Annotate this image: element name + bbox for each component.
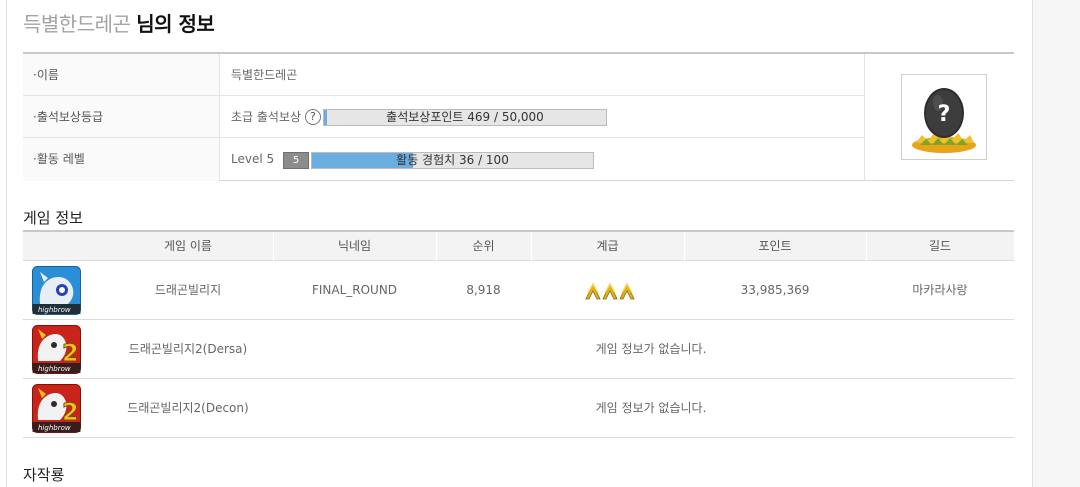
col-grade: 계급 [596, 239, 619, 253]
col-game-name: 게임 이름 [164, 239, 212, 253]
no-game-info-message: 게임 정보가 없습니다. [595, 342, 707, 356]
name-label: ·이름 [23, 54, 220, 95]
profile-row-activity: ·활동 레벨 Level 5 5 활동 경험치 36 / 100 [23, 138, 864, 181]
activity-progress-text: 활동 경험치 36 / 100 [396, 153, 509, 167]
game-name[interactable]: 드래곤빌리지2(Decon) [103, 379, 273, 438]
game-name[interactable]: 드래곤빌리지 [103, 261, 273, 320]
svg-text:highbrow: highbrow [38, 424, 71, 432]
games-section-title: 게임 정보 [23, 209, 83, 227]
page-title-suffix: 님의 정보 [136, 12, 215, 36]
game-name[interactable]: 드래곤빌리지2(Dersa) [103, 320, 273, 379]
table-row: 2 highbrow 드래곤빌리지2(Decon) 게임 정보가 없습니다. [23, 379, 1014, 438]
attendance-grade-text: 초급 출석보상 [231, 110, 302, 124]
page-title-nickname: 득별한드레곤 [23, 12, 131, 36]
table-row: 2 highbrow 드래곤빌리지2(Dersa) 게임 정보가 없습니다. [23, 320, 1014, 379]
chevron-rank-icon [585, 282, 635, 300]
name-value: 득별한드레곤 [231, 68, 298, 82]
attendance-grade-value: 초급 출석보상 ? [231, 96, 321, 137]
col-points: 포인트 [758, 239, 792, 253]
game-points: 33,985,369 [740, 283, 810, 297]
page-gutter [1033, 0, 1080, 487]
game-info-table: 게임 이름 닉네임 순위 계급 포인트 길드 highbrow 드래곤빌리지 F… [23, 230, 1014, 438]
svg-text:highbrow: highbrow [38, 306, 71, 314]
avatar-cell: ? [864, 54, 1014, 181]
svg-text:highbrow: highbrow [38, 365, 71, 373]
activity-progress-bar: 활동 경험치 36 / 100 [311, 152, 594, 169]
attendance-grade-label: ·출석보상등급 [23, 96, 220, 137]
dragon-village-2-icon[interactable]: 2 highbrow [32, 325, 81, 374]
col-nickname: 닉네임 [337, 239, 372, 253]
game-guild: 마카라사랑 [912, 283, 968, 297]
profile-row-attendance: ·출석보상등급 초급 출석보상 ? 출석보상포인트 469 / 50,000 [23, 96, 864, 138]
profile-row-name: ·이름 득별한드레곤 [23, 54, 864, 96]
dragon-village-icon[interactable]: highbrow [32, 266, 81, 315]
activity-level-label: ·활동 레벨 [23, 138, 220, 181]
attendance-progress-fill [324, 110, 327, 125]
content-left-border [6, 0, 7, 487]
avatar-glyph: ? [938, 102, 951, 127]
svg-text:2: 2 [62, 339, 79, 367]
attendance-progress-text: 출석보상포인트 469 / 50,000 [386, 110, 544, 124]
mystery-egg-icon: ? [912, 88, 976, 153]
avatar[interactable]: ? [901, 74, 987, 160]
table-row: highbrow 드래곤빌리지 FINAL_ROUND 8,918 33,985… [23, 261, 1014, 320]
page-title: 득별한드레곤 님의 정보 [23, 8, 215, 37]
game-rank: 8,918 [466, 283, 501, 297]
table-header: 게임 이름 닉네임 순위 계급 포인트 길드 [23, 232, 1014, 261]
col-guild: 길드 [928, 239, 952, 253]
profile-info-box: ·이름 득별한드레곤 ·출석보상등급 초급 출석보상 ? 출석보상포인트 469… [23, 52, 1014, 181]
dragon-village-2-icon[interactable]: 2 highbrow [32, 384, 81, 433]
no-game-info-message: 게임 정보가 없습니다. [595, 401, 707, 415]
activity-level-value: Level 5 [231, 152, 275, 166]
svg-text:2: 2 [62, 398, 79, 426]
attendance-progress-bar: 출석보상포인트 469 / 50,000 [323, 109, 607, 126]
col-rank: 순위 [472, 239, 495, 253]
game-nickname: FINAL_ROUND [311, 283, 398, 297]
level-badge: 5 [283, 152, 309, 169]
custom-dragon-section-title: 자작룡 [23, 466, 65, 484]
help-icon[interactable]: ? [304, 108, 321, 125]
